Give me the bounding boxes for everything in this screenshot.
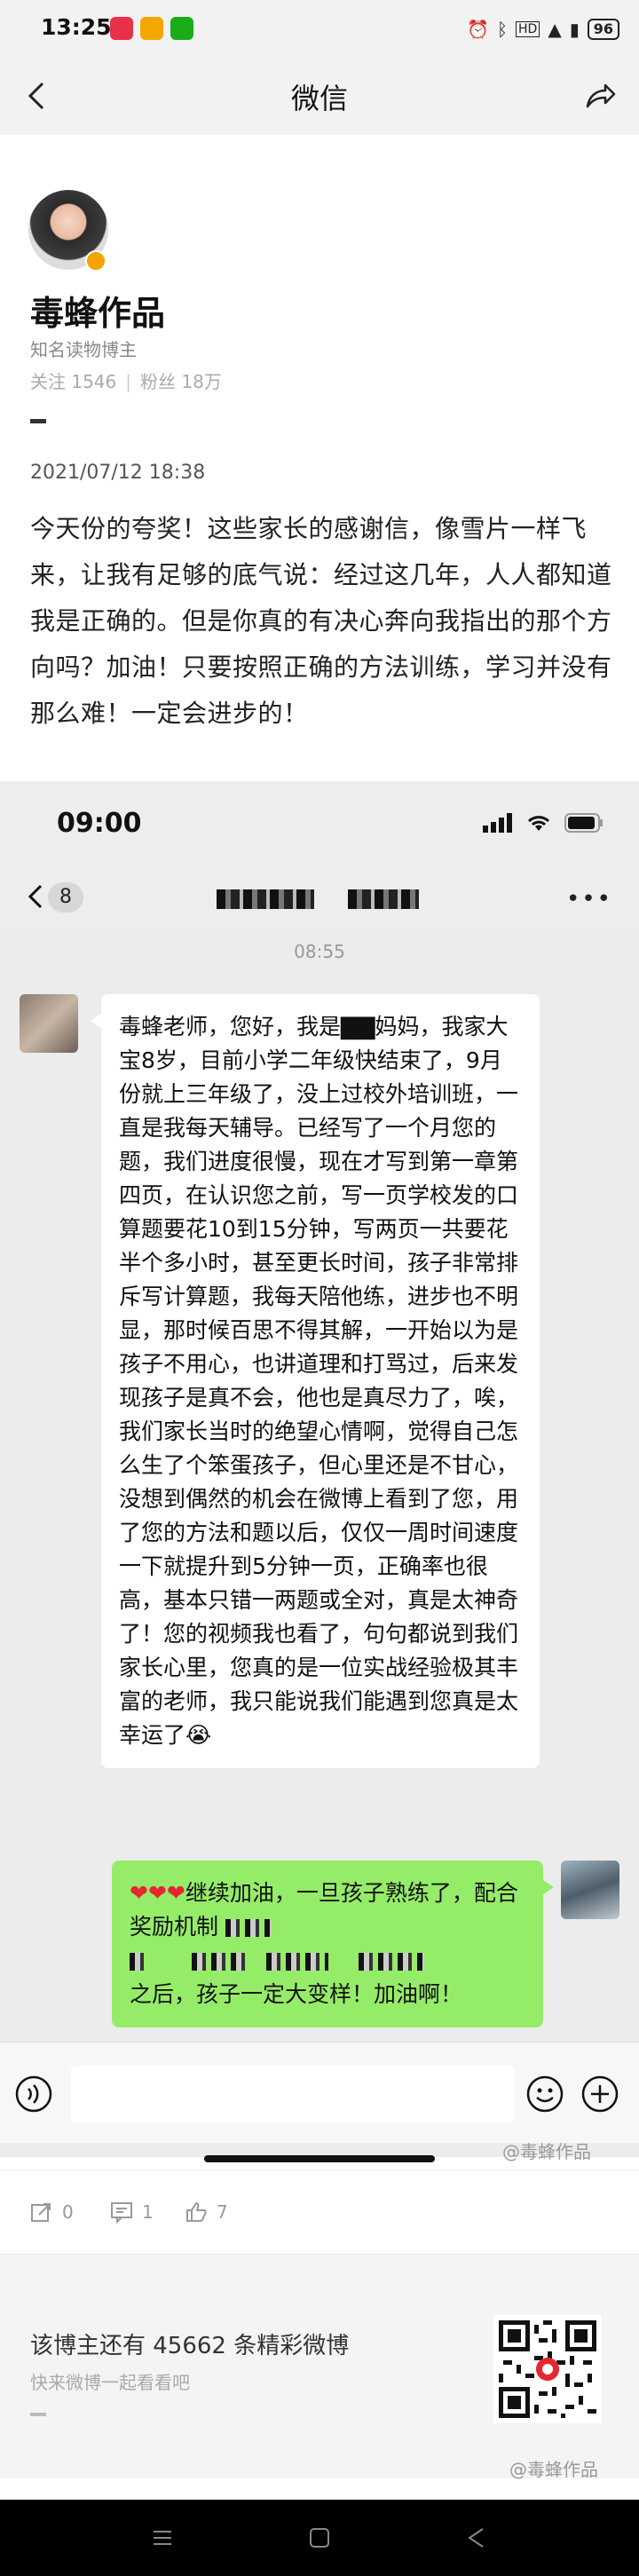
like-count: 7: [217, 2201, 228, 2223]
post-section: 毒蜂作品 知名读物博主 关注 1546 | 粉丝 18万 2021/07/12 18…: [0, 135, 639, 781]
author-name[interactable]: 毒蜂作品: [30, 286, 165, 335]
nav-title: 微信: [290, 82, 348, 115]
wifi-icon: ▲: [548, 19, 562, 40]
signal-icon: ▮: [569, 19, 580, 40]
qr-code: [493, 2315, 602, 2423]
comment-count: 1: [142, 2201, 154, 2223]
post-actions-bar: 0 1 7: [0, 2169, 639, 2255]
plus-icon[interactable]: [580, 2074, 619, 2114]
menu-icon[interactable]: [149, 2525, 176, 2551]
chat-header: 8 •••: [0, 866, 639, 928]
redacted-contact-name-2: [348, 889, 419, 909]
divider-mark: [30, 2413, 46, 2416]
voice-input-icon[interactable]: [14, 2074, 53, 2114]
post-date: 2021/07/12 18:38: [30, 462, 206, 484]
promo-subtitle: 快来微博一起看看吧: [30, 2372, 190, 2393]
post-text: 今天份的夸奖！这些家长的感谢信，像雪片一样飞来，让我有足够的底气说：经过这几年，…: [30, 514, 612, 728]
video-app-icon: [110, 17, 133, 40]
my-avatar[interactable]: [561, 1861, 619, 1919]
like-action[interactable]: 7: [185, 2201, 228, 2224]
comment-icon: [111, 2202, 132, 2224]
follow-promo[interactable]: 该博主还有 45662 条精彩微博 快来微博一起看看吧: [0, 2278, 639, 2478]
section-gap: [0, 2255, 639, 2278]
chat-status-indicators: [483, 813, 604, 833]
redacted-text: [265, 1953, 328, 1971]
chat-status-time: 09:00: [57, 808, 142, 839]
verified-badge-icon: [85, 250, 106, 272]
battery-indicator: 96: [587, 19, 619, 40]
alarm-icon: ⏰: [467, 19, 490, 40]
following-count: 关注 1546: [30, 371, 117, 392]
share-count: 0: [62, 2201, 74, 2223]
emoji-icon[interactable]: [525, 2074, 564, 2114]
chat-status-bar: 09:00: [0, 781, 639, 866]
system-nav-bar: [0, 2500, 639, 2576]
home-indicator: [204, 2155, 435, 2162]
hearts-emoji: ❤❤❤: [130, 1880, 185, 1906]
status-bar: 13:25 ⏰ ᛒ HD ▲ ▮ 96: [0, 0, 639, 59]
message-timestamp: 08:55: [294, 941, 345, 962]
chat-input-bar: [0, 2042, 639, 2143]
unread-count-badge[interactable]: 8: [48, 882, 83, 913]
chat-screenshot[interactable]: 09:00 8 ••• 08:55 毒蜂老师，您好，我是▇▇妈妈，我家大宝8岁，…: [0, 781, 639, 2162]
status-time: 13:25: [41, 14, 112, 40]
author-role: 知名读物博主: [30, 339, 137, 360]
watermark: @毒蜂作品: [509, 2459, 598, 2480]
fans-count: 粉丝 18万: [140, 371, 222, 392]
contact-avatar[interactable]: [20, 994, 78, 1053]
wifi-icon: [527, 816, 550, 831]
nav-bar: 微信: [0, 59, 639, 135]
outgoing-message-bubble: ❤❤❤继续加油，一旦孩子熟练了，配合奖励机制 之后，孩子一定大变样！加油啊！: [112, 1861, 554, 2027]
mail-app-icon: [140, 17, 163, 40]
status-indicators: ⏰ ᛒ HD ▲ ▮ 96: [467, 14, 619, 44]
more-options-icon[interactable]: •••: [566, 886, 612, 913]
incoming-message-bubble: 毒蜂老师，您好，我是▇▇妈妈，我家大宝8岁，目前小学二年级快结束了，9月份就上三…: [91, 994, 540, 1768]
bluetooth-icon: ᛒ: [497, 19, 509, 40]
home-icon[interactable]: [306, 2525, 333, 2551]
thumbs-up-icon: [186, 2202, 207, 2222]
redacted-text: [130, 1953, 149, 1971]
redacted-text: [191, 1953, 245, 1971]
divider-mark: [30, 419, 46, 423]
share-icon[interactable]: [582, 78, 618, 114]
outgoing-message-text-1: 继续加油，一旦孩子熟练了，配合奖励机制: [130, 1880, 518, 1940]
promo-title: 该博主还有 45662 条精彩微博: [30, 2333, 350, 2359]
signal-bars-icon: [483, 813, 512, 833]
wechat-app-icon: [170, 17, 193, 40]
hd-icon: HD: [516, 21, 540, 37]
redacted-contact-name: [217, 889, 314, 909]
share-action[interactable]: 0: [30, 2201, 74, 2224]
back-icon[interactable]: [463, 2525, 490, 2551]
message-input[interactable]: [71, 2066, 515, 2122]
watermark: @毒蜂作品: [502, 2141, 591, 2162]
battery-icon: [564, 813, 603, 833]
outgoing-message-text-2: 之后，孩子一定大变样！加油啊！: [130, 1981, 463, 2007]
redacted-text: [358, 1953, 424, 1971]
repost-icon: [31, 2203, 51, 2222]
redacted-text: [225, 1919, 272, 1937]
comment-action[interactable]: 1: [110, 2201, 154, 2224]
author-stats: 关注 1546 | 粉丝 18万: [30, 371, 222, 392]
